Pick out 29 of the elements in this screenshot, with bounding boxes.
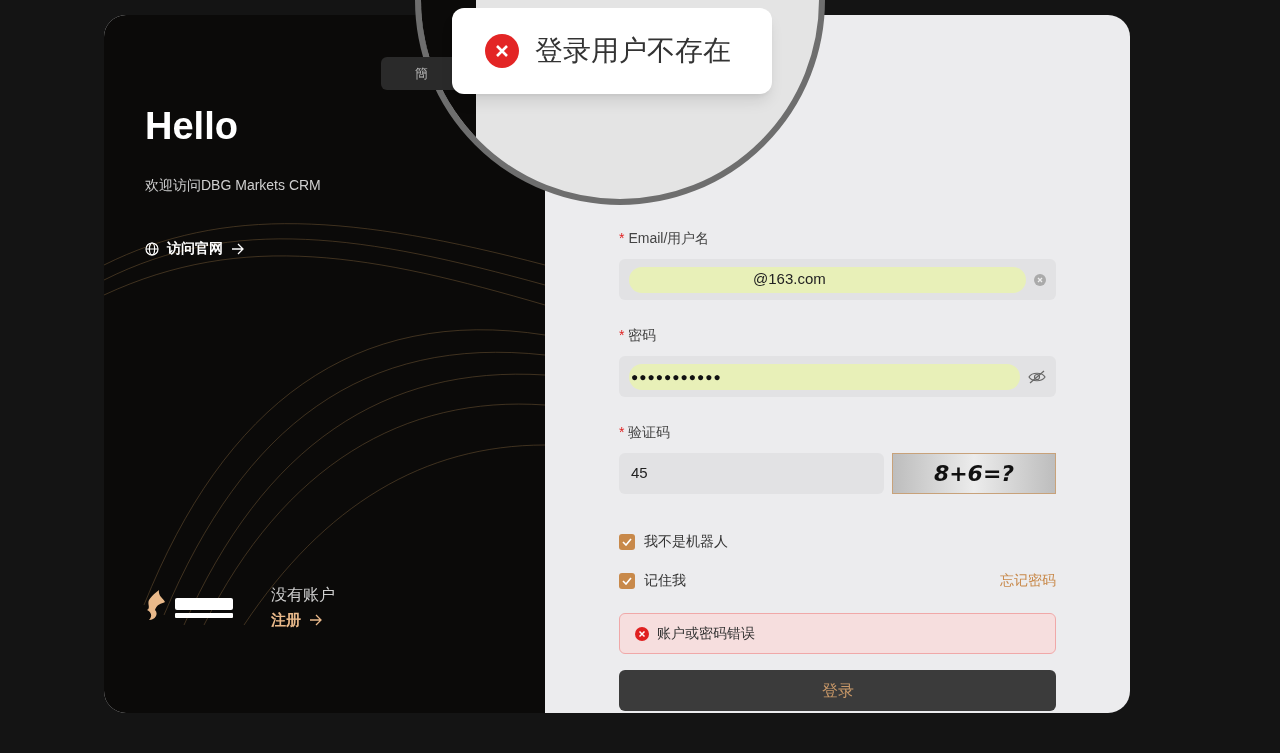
- captcha-image[interactable]: 8+6=?: [892, 453, 1056, 494]
- login-button[interactable]: 登录: [619, 670, 1056, 711]
- signup-prompt: 没有账户: [271, 584, 335, 605]
- checkbox[interactable]: 记住我: [619, 570, 686, 591]
- error-icon: [485, 34, 519, 68]
- error-icon: [635, 626, 649, 641]
- welcome-title: Hello: [145, 107, 239, 145]
- error-message: 账户或密码错误: [657, 624, 755, 643]
- captcha-field[interactable]: 45: [619, 453, 884, 494]
- welcome-subtitle: 欢迎访问DBG Markets CRM: [145, 176, 322, 195]
- field-label: 验证码: [628, 423, 671, 442]
- email-field[interactable]: @163.com: [619, 259, 1056, 300]
- signup-link[interactable]: 注册: [271, 608, 322, 631]
- checkbox[interactable]: 我不是机器人: [619, 531, 728, 552]
- checkbox-tick[interactable]: [619, 533, 635, 550]
- field-label: 密码: [628, 326, 657, 345]
- toast-message: 登录用户不存在: [535, 34, 731, 68]
- required-mark: *: [619, 423, 625, 442]
- required-mark: *: [619, 229, 625, 248]
- required-mark: *: [619, 326, 625, 345]
- arrow-right-icon: [231, 242, 244, 255]
- field-label: Email/用户名: [628, 229, 710, 248]
- checkbox-tick[interactable]: [619, 572, 635, 589]
- password-field[interactable]: ●●●●●●●●●●●: [619, 356, 1056, 397]
- arrow-right-icon: [309, 613, 322, 626]
- website-link[interactable]: 访问官网: [145, 238, 244, 259]
- globe-icon: [145, 241, 159, 256]
- clear-icon[interactable]: [1034, 273, 1046, 286]
- eye-hidden-icon[interactable]: [1028, 369, 1046, 384]
